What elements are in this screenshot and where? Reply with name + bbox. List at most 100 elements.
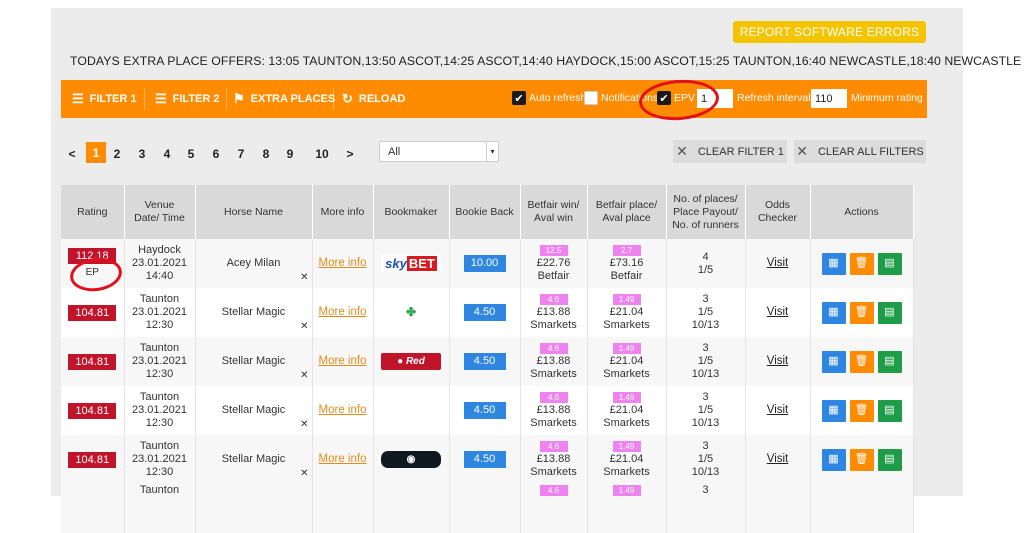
horse-cell: Stellar Magic ✕ bbox=[195, 435, 313, 484]
more-info-cell: More info bbox=[312, 239, 374, 288]
refresh-interval-input[interactable]: 110 bbox=[811, 89, 847, 108]
pager-page[interactable]: 4 bbox=[161, 145, 173, 163]
filter-icon: ☰ bbox=[72, 91, 84, 106]
close-icon: ✕ bbox=[676, 143, 688, 159]
betfair-win-cell: 4.6 £13.88 Smarkets bbox=[520, 435, 588, 484]
trash-icon[interactable]: 🗑 bbox=[849, 301, 874, 324]
win-odds-badge: 12.5 bbox=[539, 245, 568, 256]
clear-all-filters-button[interactable]: ✕ CLEAR ALL FILTERS bbox=[794, 140, 926, 163]
betfair-place-cell: 1.49 £21.04 Smarkets bbox=[587, 386, 667, 435]
save-icon[interactable]: ▤ bbox=[877, 399, 902, 422]
visit-link[interactable]: Visit bbox=[767, 257, 789, 269]
trash-icon[interactable]: 🗑 bbox=[849, 399, 874, 422]
more-info-link[interactable]: More info bbox=[319, 453, 367, 465]
more-info-link[interactable]: More info bbox=[319, 404, 367, 416]
remove-icon[interactable]: ✕ bbox=[300, 467, 308, 480]
num-places: 3 bbox=[702, 293, 709, 305]
betfair-win-cell: 4.6 £13.88 Smarkets bbox=[520, 337, 588, 386]
clear-filter-1-button[interactable]: ✕ CLEAR FILTER 1 bbox=[673, 140, 787, 163]
more-info-link[interactable]: More info bbox=[319, 355, 367, 367]
pager-page[interactable]: 10 bbox=[312, 145, 332, 163]
column-header: No. of places/ Place Payout/ No. of runn… bbox=[666, 185, 746, 239]
visit-link[interactable]: Visit bbox=[767, 404, 789, 416]
extra-places-button[interactable]: ⚑ EXTRA PLACES bbox=[233, 80, 335, 118]
venue-cell: Taunton 23.01.2021 12:30 bbox=[124, 435, 196, 484]
pager-next[interactable]: > bbox=[344, 145, 356, 163]
back-odds: 4.50 bbox=[463, 402, 506, 419]
remove-icon[interactable]: ✕ bbox=[300, 320, 308, 333]
visit-link[interactable]: Visit bbox=[767, 453, 789, 465]
calculator-icon[interactable]: ▦ bbox=[821, 448, 846, 471]
auto-refresh-checkbox[interactable]: ✔ bbox=[512, 91, 526, 105]
pager-page[interactable]: 8 bbox=[260, 145, 272, 163]
place-exchange: Smarkets bbox=[603, 319, 650, 331]
horse-cell: Stellar Magic ✕ bbox=[195, 288, 313, 337]
filter-select[interactable]: All ▾ bbox=[379, 141, 499, 162]
reload-button[interactable]: ↻ RELOAD bbox=[342, 80, 405, 118]
horse-cell: Acey Milan ✕ bbox=[195, 239, 313, 288]
rating-cell: 104.81 bbox=[61, 337, 125, 386]
calculator-icon[interactable]: ▦ bbox=[821, 301, 846, 324]
race-time: 12:30 bbox=[145, 368, 174, 380]
more-info-link[interactable]: More info bbox=[319, 257, 367, 269]
venue-name: Haydock bbox=[138, 244, 181, 256]
smarkets-logo: ✤ bbox=[405, 305, 417, 319]
betfair-place-cell: 1.49 £21.04 Smarkets bbox=[587, 435, 667, 484]
visit-link[interactable]: Visit bbox=[767, 355, 789, 367]
pager-page[interactable]: 3 bbox=[136, 145, 148, 163]
save-icon[interactable]: ▤ bbox=[877, 448, 902, 471]
trash-icon[interactable]: 🗑 bbox=[849, 350, 874, 373]
bookie-back-cell: 4.50 bbox=[449, 435, 521, 484]
pager-prev[interactable]: < bbox=[66, 145, 78, 163]
betfair-place-cell: 2.7 £73.16 Betfair bbox=[587, 239, 667, 288]
bookie-back-cell: 4.50 bbox=[449, 386, 521, 435]
table-row: 104.81 Taunton 23.01.2021 12:30 Stellar Magi… bbox=[61, 337, 914, 386]
table-row: 104.81 Taunton 23.01.2021 12:30 Stellar Magi… bbox=[61, 386, 914, 435]
filter-icon: ☰ bbox=[155, 91, 167, 106]
calculator-icon[interactable]: ▦ bbox=[821, 350, 846, 373]
pager-page[interactable]: 2 bbox=[111, 145, 123, 163]
column-header: Horse Name bbox=[195, 185, 313, 239]
save-icon[interactable]: ▤ bbox=[877, 252, 902, 275]
betfair-win-cell: 12.5 £22.76 Betfair bbox=[520, 239, 588, 288]
race-time: 12:30 bbox=[145, 319, 174, 331]
divider bbox=[333, 88, 334, 110]
filter-2-button[interactable]: ☰ FILTER 2 bbox=[155, 80, 220, 118]
more-info-cell: More info bbox=[312, 435, 374, 484]
select-value: All bbox=[388, 145, 401, 158]
pager-page[interactable]: 5 bbox=[185, 145, 197, 163]
place-exchange: Betfair bbox=[610, 270, 643, 282]
save-icon[interactable]: ▤ bbox=[877, 350, 902, 373]
reload-icon: ↻ bbox=[342, 91, 353, 106]
race-date: 23.01.2021 bbox=[131, 355, 188, 367]
venue-name: Taunton bbox=[139, 391, 180, 403]
rating-badge: 104.81 bbox=[68, 353, 117, 370]
clear-all-filters-label: CLEAR ALL FILTERS bbox=[817, 145, 924, 158]
pager-page[interactable]: 6 bbox=[210, 145, 222, 163]
pager-page[interactable]: 1 bbox=[86, 142, 106, 163]
save-icon[interactable]: ▤ bbox=[877, 301, 902, 324]
visit-link[interactable]: Visit bbox=[767, 306, 789, 318]
win-available: £13.88 bbox=[536, 355, 571, 367]
table-row: 104.81 Taunton 23.01.2021 12:30 Stellar Magi… bbox=[61, 435, 914, 484]
notifications-checkbox[interactable] bbox=[584, 91, 598, 105]
filter-1-button[interactable]: ☰ FILTER 1 bbox=[72, 80, 137, 118]
remove-icon[interactable]: ✕ bbox=[300, 271, 308, 284]
more-info-link[interactable]: More info bbox=[319, 306, 367, 318]
place-payout: 1/5 bbox=[697, 355, 714, 367]
pager-page[interactable]: 7 bbox=[235, 145, 247, 163]
column-header: Odds Checker bbox=[745, 185, 811, 239]
bookmaker-cell: ✤ bbox=[373, 288, 450, 337]
pager-page[interactable]: 9 bbox=[284, 145, 296, 163]
calculator-icon[interactable]: ▦ bbox=[821, 399, 846, 422]
calculator-icon[interactable]: ▦ bbox=[821, 252, 846, 275]
skybet-logo: sky BET bbox=[381, 255, 441, 272]
win-exchange: Betfair bbox=[537, 270, 570, 282]
remove-icon[interactable]: ✕ bbox=[300, 369, 308, 382]
trash-icon[interactable]: 🗑 bbox=[849, 448, 874, 471]
horse-name: Stellar Magic bbox=[221, 306, 286, 318]
betvictor-logo: ◉ bbox=[381, 451, 441, 468]
report-errors-button[interactable]: REPORT SOFTWARE ERRORS bbox=[733, 21, 926, 43]
remove-icon[interactable]: ✕ bbox=[300, 418, 308, 431]
trash-icon[interactable]: 🗑 bbox=[849, 252, 874, 275]
